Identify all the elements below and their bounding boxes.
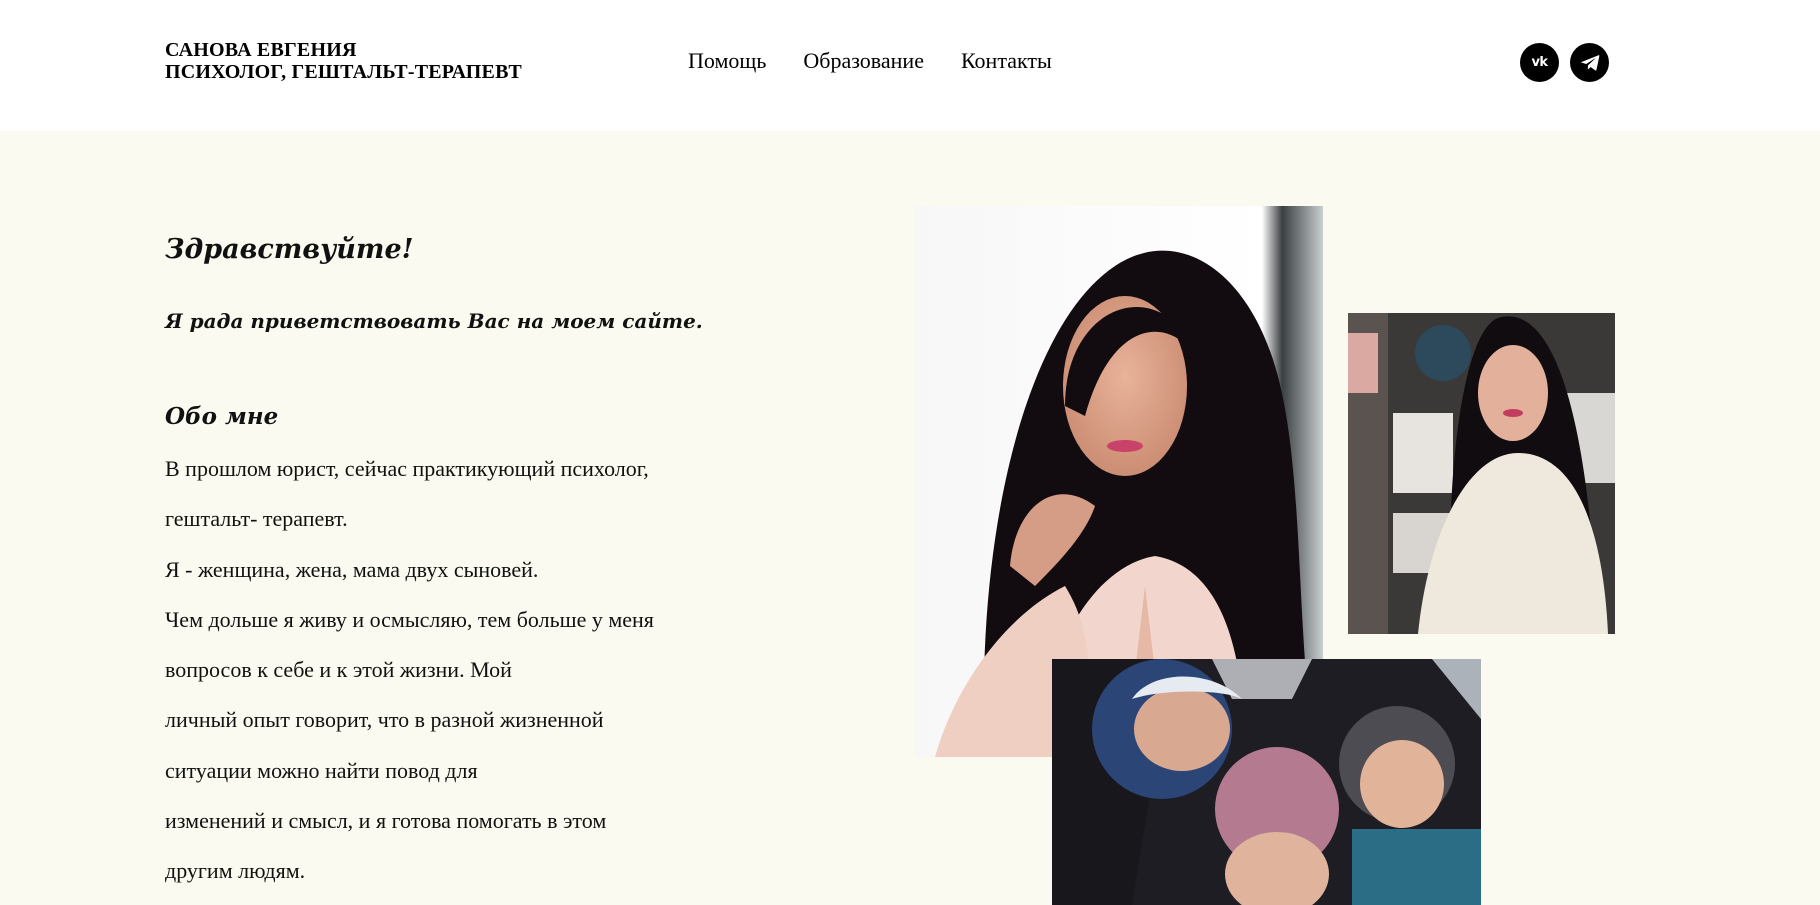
nav-item-help[interactable]: Помощь	[688, 48, 766, 74]
about-line: личный опыт говорит, что в разной жизнен…	[165, 707, 604, 733]
about-line: вопросов к себе и к этой жизни. Мой	[165, 657, 512, 683]
about-line: ситуации можно найти повод для	[165, 757, 478, 783]
about-line: Чем дольше я живу и осмысляю, тем больше…	[165, 606, 654, 632]
about-line: другим людям.	[165, 858, 306, 884]
brand-tagline: ПСИХОЛОГ, ГЕШТАЛЬТ-ТЕРАПЕВТ	[165, 61, 522, 83]
greeting-heading: Здравствуйте!	[165, 234, 414, 265]
family-photo	[1052, 659, 1481, 905]
brand-name: САНОВА ЕВГЕНИЯ	[165, 39, 357, 61]
about-heading: Обо мне	[165, 403, 279, 430]
about-line: гештальт- терапевт.	[165, 506, 348, 532]
portrait-photo-secondary	[1348, 313, 1615, 634]
nav-item-education[interactable]: Образование	[803, 48, 924, 74]
about-text: В прошлом юрист, сейчас практикующий пси…	[165, 453, 654, 905]
telegram-link[interactable]	[1570, 43, 1609, 82]
main-nav: Помощь Образование Контакты	[688, 48, 1089, 74]
about-line: изменений и смысл, и я готова помогать в…	[165, 808, 607, 834]
telegram-icon	[1580, 54, 1599, 71]
site-brand[interactable]: САНОВА ЕВГЕНИЯ ПСИХОЛОГ, ГЕШТАЛЬТ-ТЕРАПЕ…	[165, 39, 522, 83]
about-line: Я - женщина, жена, мама двух сыновей.	[165, 556, 539, 582]
site-header: САНОВА ЕВГЕНИЯ ПСИХОЛОГ, ГЕШТАЛЬТ-ТЕРАПЕ…	[0, 0, 1820, 131]
vk-icon: vk	[1531, 55, 1548, 70]
nav-item-contacts[interactable]: Контакты	[961, 48, 1052, 74]
welcome-subtitle: Я рада приветствовать Вас на моем сайте.	[165, 309, 703, 333]
vk-link[interactable]: vk	[1520, 43, 1559, 82]
about-line: В прошлом юрист, сейчас практикующий пси…	[165, 456, 649, 481]
